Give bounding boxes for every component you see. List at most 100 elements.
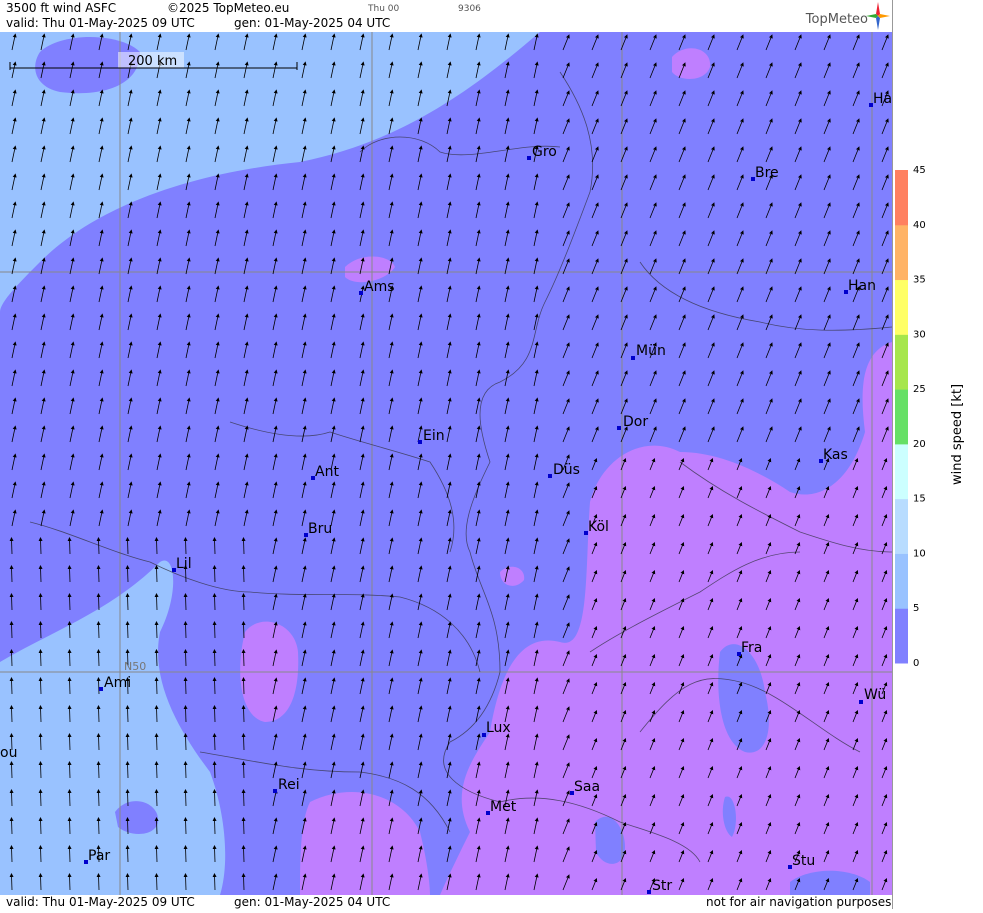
- city-ant[interactable]: Ant: [311, 464, 339, 480]
- wind-map[interactable]: 200 km N50 Gro Bre Ha Ams Han Mün Ein Do…: [0, 32, 892, 895]
- wind-arrow: [154, 817, 159, 835]
- svg-text:Köl: Köl: [588, 519, 609, 535]
- wind-arrow: [67, 845, 72, 863]
- legend-swatch: [895, 224, 908, 281]
- wind-arrow: [212, 621, 217, 639]
- wind-arrow: [67, 873, 72, 891]
- wind-arrow: [125, 733, 130, 751]
- svg-text:Stu: Stu: [792, 853, 815, 869]
- wind-arrow: [96, 761, 101, 779]
- wind-arrow: [212, 845, 217, 863]
- legend-tick-label: 0: [913, 658, 919, 669]
- map-title: 3500 ft wind ASFC: [6, 1, 117, 15]
- svg-text:Ams: Ams: [364, 279, 395, 295]
- wind-arrow: [183, 845, 188, 863]
- wind-arrow: [212, 733, 217, 751]
- legend-swatch: [895, 608, 908, 664]
- svg-text:Par: Par: [88, 848, 110, 864]
- wind-arrow: [241, 593, 246, 611]
- wind-arrow: [9, 649, 14, 667]
- legend-swatch: [895, 170, 908, 226]
- city-bre[interactable]: Bre: [751, 165, 779, 181]
- city-lux[interactable]: Lux: [482, 720, 511, 737]
- legend-tick-label: 20: [913, 439, 926, 450]
- wind-arrow: [212, 817, 217, 835]
- city-mun[interactable]: Mün: [631, 343, 666, 360]
- wind-arrow: [241, 873, 246, 891]
- svg-text:Ha: Ha: [873, 91, 892, 107]
- legend-tick-label: 35: [913, 275, 926, 286]
- wind-arrow: [38, 649, 43, 667]
- wind-arrow: [125, 705, 130, 723]
- wind-arrow: [38, 593, 43, 611]
- small-day-text: Thu 00: [368, 4, 400, 14]
- city-par[interactable]: Par: [84, 848, 110, 864]
- compass-logo-icon: [866, 2, 890, 30]
- city-stu[interactable]: Stu: [788, 853, 815, 869]
- city-saa[interactable]: Saa: [570, 779, 600, 795]
- copyright-text: ©2025 TopMeteo.eu: [167, 1, 290, 15]
- legend-swatch: [895, 498, 908, 554]
- wind-arrow: [9, 817, 14, 835]
- city-ami[interactable]: Ami: [99, 675, 131, 691]
- city-ou[interactable]: ou: [0, 745, 17, 761]
- wind-arrow: [125, 817, 130, 835]
- wind-arrow: [183, 649, 188, 667]
- city-kas[interactable]: Kas: [819, 447, 848, 463]
- wind-arrow: [154, 565, 159, 583]
- city-wu[interactable]: Wü: [859, 687, 886, 704]
- wind-arrow: [154, 537, 159, 555]
- legend-tick-label: 10: [913, 548, 926, 559]
- city-kol[interactable]: Köl: [584, 519, 609, 535]
- svg-text:Ein: Ein: [423, 428, 445, 444]
- wind-arrow: [154, 761, 159, 779]
- svg-text:Rei: Rei: [278, 777, 300, 793]
- city-ams[interactable]: Ams: [359, 279, 395, 295]
- city-gro[interactable]: Gro: [527, 144, 557, 160]
- legend-tick-label: 45: [913, 165, 926, 176]
- wind-arrow: [154, 733, 159, 751]
- wind-arrow: [125, 789, 130, 807]
- wind-arrow: [67, 593, 72, 611]
- city-han[interactable]: Han: [844, 278, 876, 294]
- wind-arrow: [183, 733, 188, 751]
- svg-text:Han: Han: [848, 278, 876, 294]
- wind-arrow: [9, 761, 14, 779]
- valid-time: valid: Thu 01-May-2025 09 UTC: [6, 16, 195, 30]
- wind-arrow: [67, 677, 72, 695]
- wind-arrow: [67, 537, 72, 555]
- svg-text:Ami: Ami: [104, 675, 131, 691]
- wind-arrow: [67, 789, 72, 807]
- wind-arrow: [241, 789, 246, 807]
- wind-arrow: [183, 705, 188, 723]
- svg-text:Fra: Fra: [741, 640, 762, 656]
- city-ha[interactable]: Ha: [869, 91, 892, 107]
- map-footer: valid: Thu 01-May-2025 09 UTC gen: 01-Ma…: [0, 895, 892, 909]
- city-dus[interactable]: Düs: [548, 462, 580, 478]
- wind-arrow: [241, 705, 246, 723]
- wind-arrow: [241, 733, 246, 751]
- wind-arrow: [9, 705, 14, 723]
- svg-text:Ant: Ant: [315, 464, 339, 480]
- wind-arrow: [125, 845, 130, 863]
- wind-arrow: [9, 565, 14, 583]
- wind-arrow: [9, 537, 14, 555]
- wind-arrow: [212, 677, 217, 695]
- city-met[interactable]: Met: [486, 799, 517, 815]
- svg-text:Kas: Kas: [823, 447, 848, 463]
- wind-arrow: [67, 761, 72, 779]
- wind-arrow: [38, 705, 43, 723]
- wind-arrow: [125, 761, 130, 779]
- wind-arrow: [154, 649, 159, 667]
- svg-text:Gro: Gro: [532, 144, 557, 160]
- wind-arrow: [67, 733, 72, 751]
- wind-arrow: [212, 705, 217, 723]
- legend-tick-label: 15: [913, 494, 926, 505]
- svg-text:Lux: Lux: [486, 720, 511, 736]
- city-bru[interactable]: Bru: [304, 521, 332, 537]
- legend-tick-label: 25: [913, 384, 926, 395]
- wind-arrow: [96, 537, 101, 555]
- city-fra[interactable]: Fra: [737, 640, 762, 656]
- legend-swatch: [895, 389, 908, 445]
- wind-arrow: [241, 621, 246, 639]
